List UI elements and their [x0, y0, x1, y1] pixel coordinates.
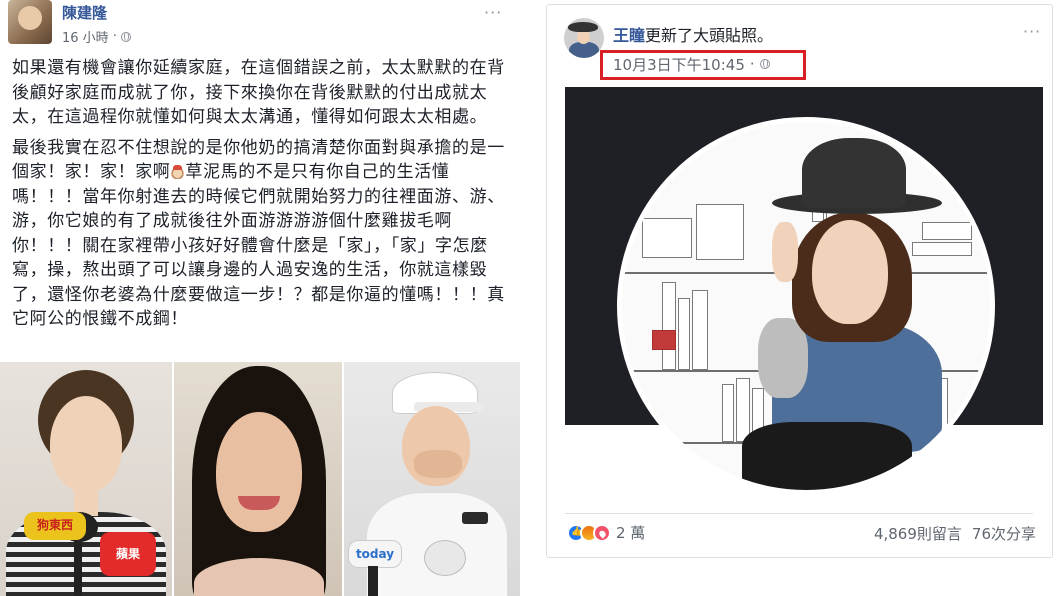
photo-woman-long-hair[interactable]	[174, 362, 342, 596]
left-facebook-post: 陳建隆 16 小時 · ··· 如果還有機會讓你延續家庭，在這個錯誤之前，太太默…	[0, 0, 520, 596]
author-avatar[interactable]	[564, 18, 604, 58]
mic-logo-3: today	[348, 540, 402, 568]
photo-man-white-cap[interactable]: today	[344, 362, 520, 596]
post-paragraph-1: 如果還有機會讓你延續家庭，在這個錯誤之前，太太默默的在背後顧好家庭而成就了你，接…	[12, 58, 505, 127]
author-avatar[interactable]	[8, 0, 52, 44]
comments-count-link[interactable]: 4,869則留言	[874, 523, 962, 544]
post-stats: 4,869則留言 76次分享	[874, 523, 1036, 544]
shares-count-link[interactable]: 76次分享	[972, 523, 1036, 544]
post-body: 如果還有機會讓你延續家庭，在這個錯誤之前，太太默默的在背後顧好家庭而成就了你，接…	[12, 56, 508, 338]
post-header: 王瞳更新了大頭貼照。	[613, 22, 773, 46]
post-time[interactable]: 16 小時	[62, 27, 109, 46]
globe-icon[interactable]	[120, 31, 131, 42]
post-paragraph-2: 最後我實在忍不住想說的是你他奶的搞清楚你面對與承擔的是一個家！家！家！家啊 草泥馬…	[12, 137, 505, 330]
more-options-icon[interactable]: ···	[484, 5, 502, 21]
love-reaction-icon	[593, 523, 611, 542]
reactions-summary[interactable]: 2 萬	[567, 522, 645, 543]
post-meta: 16 小時 ·	[62, 27, 131, 46]
red-highlight-box	[600, 50, 806, 80]
mic-logo-2: 蘋果	[100, 532, 156, 576]
post-action-text: 更新了大頭貼照。	[645, 26, 774, 45]
right-facebook-post: 王瞳更新了大頭貼照。 ··· 10月3日下午10:45 · 👍 2 萬 4,86…	[546, 4, 1053, 558]
photo-woman-striped-shirt[interactable]: 狗東西 蘋果	[0, 362, 172, 596]
reaction-count[interactable]: 2 萬	[616, 522, 645, 543]
author-name-link[interactable]: 王瞳	[613, 26, 645, 45]
profile-photo-woman-hat[interactable]	[617, 117, 995, 495]
post-photo-collage[interactable]: 狗東西 蘋果 today	[0, 362, 520, 596]
profile-photo-frame[interactable]	[565, 87, 1043, 495]
footer-divider	[565, 513, 1033, 514]
author-name-link[interactable]: 陳建隆	[62, 2, 107, 23]
mic-logo-1: 狗東西	[24, 512, 86, 540]
horse-face-emoji-icon	[170, 165, 186, 179]
more-options-icon[interactable]: ···	[1023, 24, 1041, 40]
